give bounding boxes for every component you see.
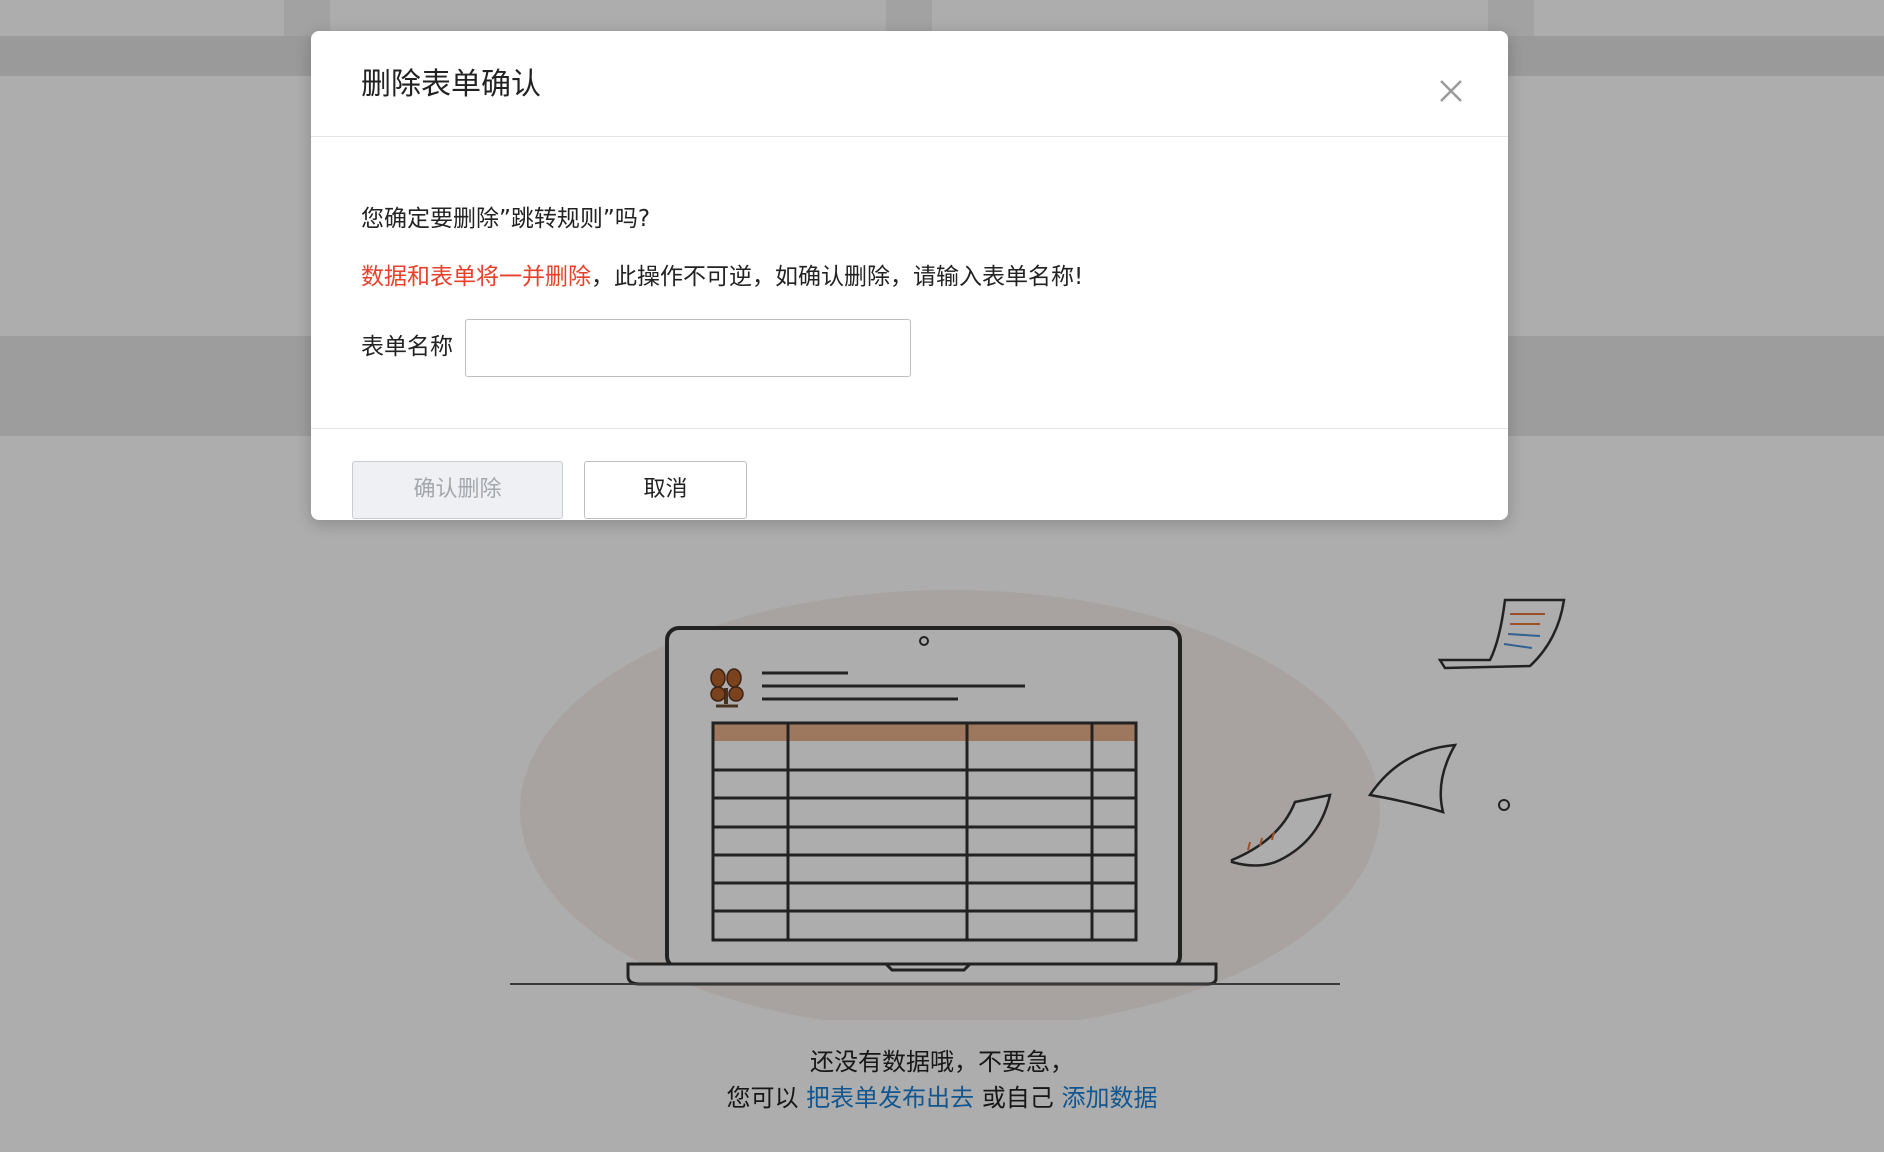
dialog-title: 删除表单确认 (361, 67, 541, 102)
delete-form-dialog: 删除表单确认 您确定要删除”跳转规则”吗? 数据和表单将一并删除，此操作不可逆，… (311, 31, 1508, 520)
dialog-body: 您确定要删除”跳转规则”吗? 数据和表单将一并删除，此操作不可逆，如确认删除，请… (311, 137, 1508, 429)
delete-warning-highlight: 数据和表单将一并删除 (361, 264, 591, 290)
dialog-header: 删除表单确认 (311, 31, 1508, 137)
delete-warning: 数据和表单将一并删除，此操作不可逆，如确认删除，请输入表单名称! (361, 261, 1083, 293)
confirm-delete-button[interactable]: 确认删除 (352, 461, 563, 519)
form-name-input[interactable] (465, 319, 911, 377)
form-name-label: 表单名称 (361, 334, 453, 360)
delete-question: 您确定要删除”跳转规则”吗? (361, 206, 651, 232)
close-button[interactable] (1431, 71, 1471, 111)
close-icon (1440, 80, 1462, 102)
page: 还没有数据哦，不要急， 您可以 把表单发布出去 或自己 添加数据 删除表单确认 … (0, 0, 1884, 1152)
dialog-footer: 确认删除 取消 (311, 429, 1508, 520)
cancel-button[interactable]: 取消 (584, 461, 747, 519)
delete-warning-text: ，此操作不可逆，如确认删除，请输入表单名称! (591, 264, 1084, 290)
